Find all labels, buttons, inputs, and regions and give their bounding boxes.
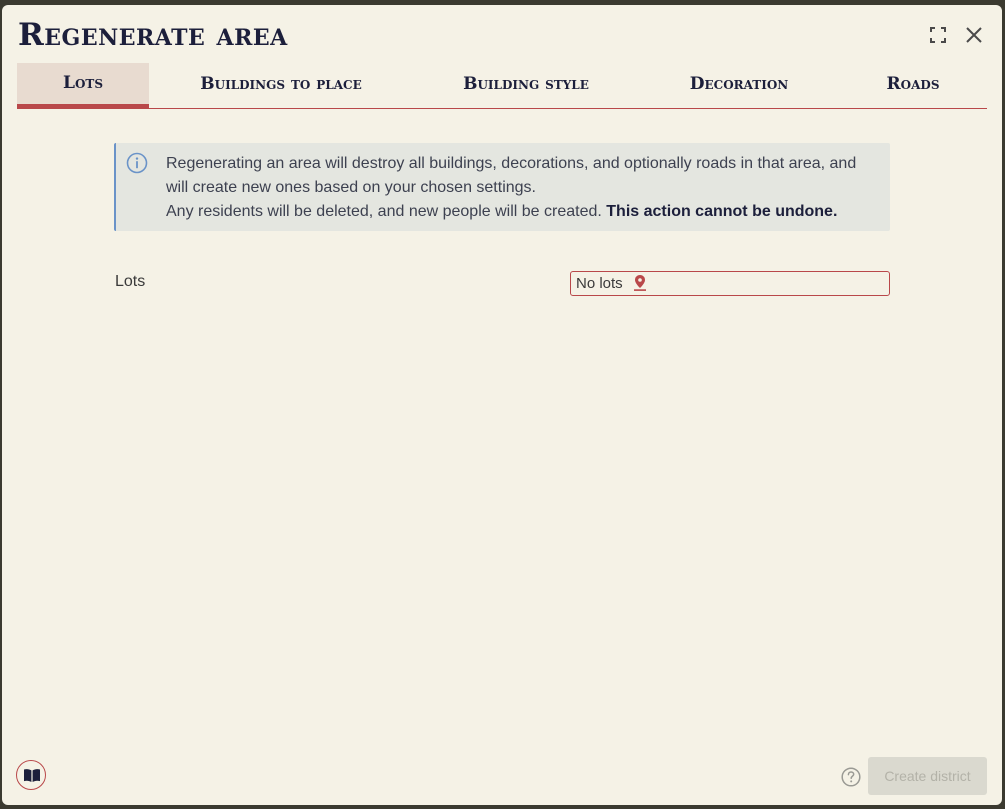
regenerate-area-dialog: Regenerate area Lots Buildings to place …: [2, 5, 1002, 805]
maximize-icon: [930, 27, 946, 43]
tab-buildings-to-place[interactable]: Buildings to place: [177, 63, 385, 108]
close-button[interactable]: [962, 23, 986, 47]
map-pin-icon: [633, 275, 646, 291]
tab-roads[interactable]: Roads: [873, 63, 953, 108]
maximize-button[interactable]: [926, 23, 950, 47]
info-notice: Regenerating an area will destroy all bu…: [114, 143, 890, 231]
close-icon: [966, 27, 982, 43]
tab-decoration[interactable]: Decoration: [669, 63, 809, 108]
info-line-1: Regenerating an area will destroy all bu…: [166, 155, 857, 196]
guide-button[interactable]: [16, 760, 46, 790]
create-district-button[interactable]: Create district: [868, 757, 987, 795]
tab-building-style[interactable]: Building style: [442, 63, 610, 108]
dialog-title: Regenerate area: [18, 17, 288, 53]
info-line-2: Any residents will be deleted, and new p…: [166, 203, 602, 220]
info-icon: [126, 152, 148, 174]
lots-field-label: Lots: [115, 273, 146, 290]
lots-selector[interactable]: No lots: [570, 271, 890, 296]
tab-bar: Lots Buildings to place Building style D…: [17, 63, 987, 109]
lots-selector-value: No lots: [576, 275, 623, 292]
info-text: Regenerating an area will destroy all bu…: [166, 152, 876, 224]
help-icon[interactable]: [841, 767, 861, 787]
tab-lots[interactable]: Lots: [17, 63, 149, 108]
book-icon: [24, 769, 40, 782]
info-warning: This action cannot be undone.: [606, 203, 838, 220]
